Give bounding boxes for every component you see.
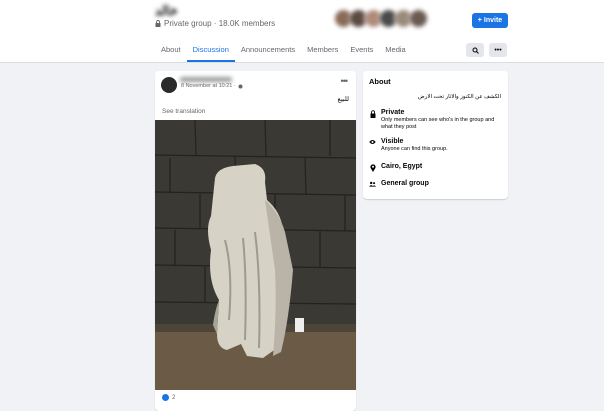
member-avatars[interactable] <box>334 9 428 28</box>
eye-icon <box>369 140 376 144</box>
about-visible: Visible Anyone can find this group. <box>369 138 448 153</box>
group-privacy: Private group · 18.0K members <box>155 19 275 28</box>
tab-discussion[interactable]: Discussion <box>186 42 235 62</box>
tab-members[interactable]: Members <box>301 42 344 62</box>
privacy-text: Private group · 18.0K members <box>164 19 276 28</box>
more-icon: ••• <box>494 46 502 54</box>
group-members-icon <box>238 84 243 88</box>
post-text: للبيع <box>337 96 349 103</box>
post-menu-button[interactable]: ••• <box>341 76 349 86</box>
post-timestamp[interactable]: 8 November at 10:21 · <box>181 83 236 89</box>
tab-announcements[interactable]: Announcements <box>235 42 301 62</box>
plus-icon: + <box>477 17 482 24</box>
feed-post: 8 November at 10:21 · ••• للبيع See tran… <box>155 71 356 411</box>
group-name[interactable]: خالد <box>155 3 178 19</box>
invite-label: Invite <box>483 17 503 24</box>
lock-icon <box>155 20 161 27</box>
tab-about[interactable]: About <box>155 42 187 62</box>
private-description: Only members can see who's in the group … <box>381 117 495 130</box>
tab-media[interactable]: Media <box>379 42 411 62</box>
search-button[interactable] <box>466 43 484 57</box>
member-avatar[interactable] <box>409 9 428 28</box>
about-description: الكشف عن الكنوز والاثار تحت الارض <box>418 94 501 100</box>
about-location: Cairo, Egypt <box>369 163 422 172</box>
post-photo[interactable] <box>155 120 356 390</box>
location-text[interactable]: Cairo, Egypt <box>381 163 422 172</box>
see-translation-link[interactable]: See translation <box>162 108 205 115</box>
about-group-type: General group <box>369 180 429 187</box>
search-icon <box>472 47 479 54</box>
invite-button[interactable]: + Invite <box>472 13 508 28</box>
group-tabs: About Discussion Announcements Members E… <box>155 42 412 62</box>
visible-title: Visible <box>381 138 404 145</box>
more-options-button[interactable]: ••• <box>489 43 507 57</box>
lock-icon <box>370 110 375 118</box>
about-private: Private Only members can see who's in th… <box>369 109 503 131</box>
visible-description: Anyone can find this group. <box>381 146 448 152</box>
post-meta: 8 November at 10:21 · <box>181 83 243 89</box>
tab-events[interactable]: Events <box>344 42 379 62</box>
about-card: About الكشف عن الكنوز والاثار تحت الارض … <box>363 71 508 199</box>
private-title: Private <box>381 109 405 116</box>
people-icon <box>369 181 376 187</box>
about-title: About <box>369 77 391 86</box>
location-pin-icon <box>369 164 376 172</box>
author-name[interactable] <box>180 77 232 82</box>
group-type-text: General group <box>381 180 429 187</box>
group-header: خالد Private group · 18.0K members + Inv… <box>0 0 604 63</box>
author-avatar[interactable] <box>161 77 177 93</box>
